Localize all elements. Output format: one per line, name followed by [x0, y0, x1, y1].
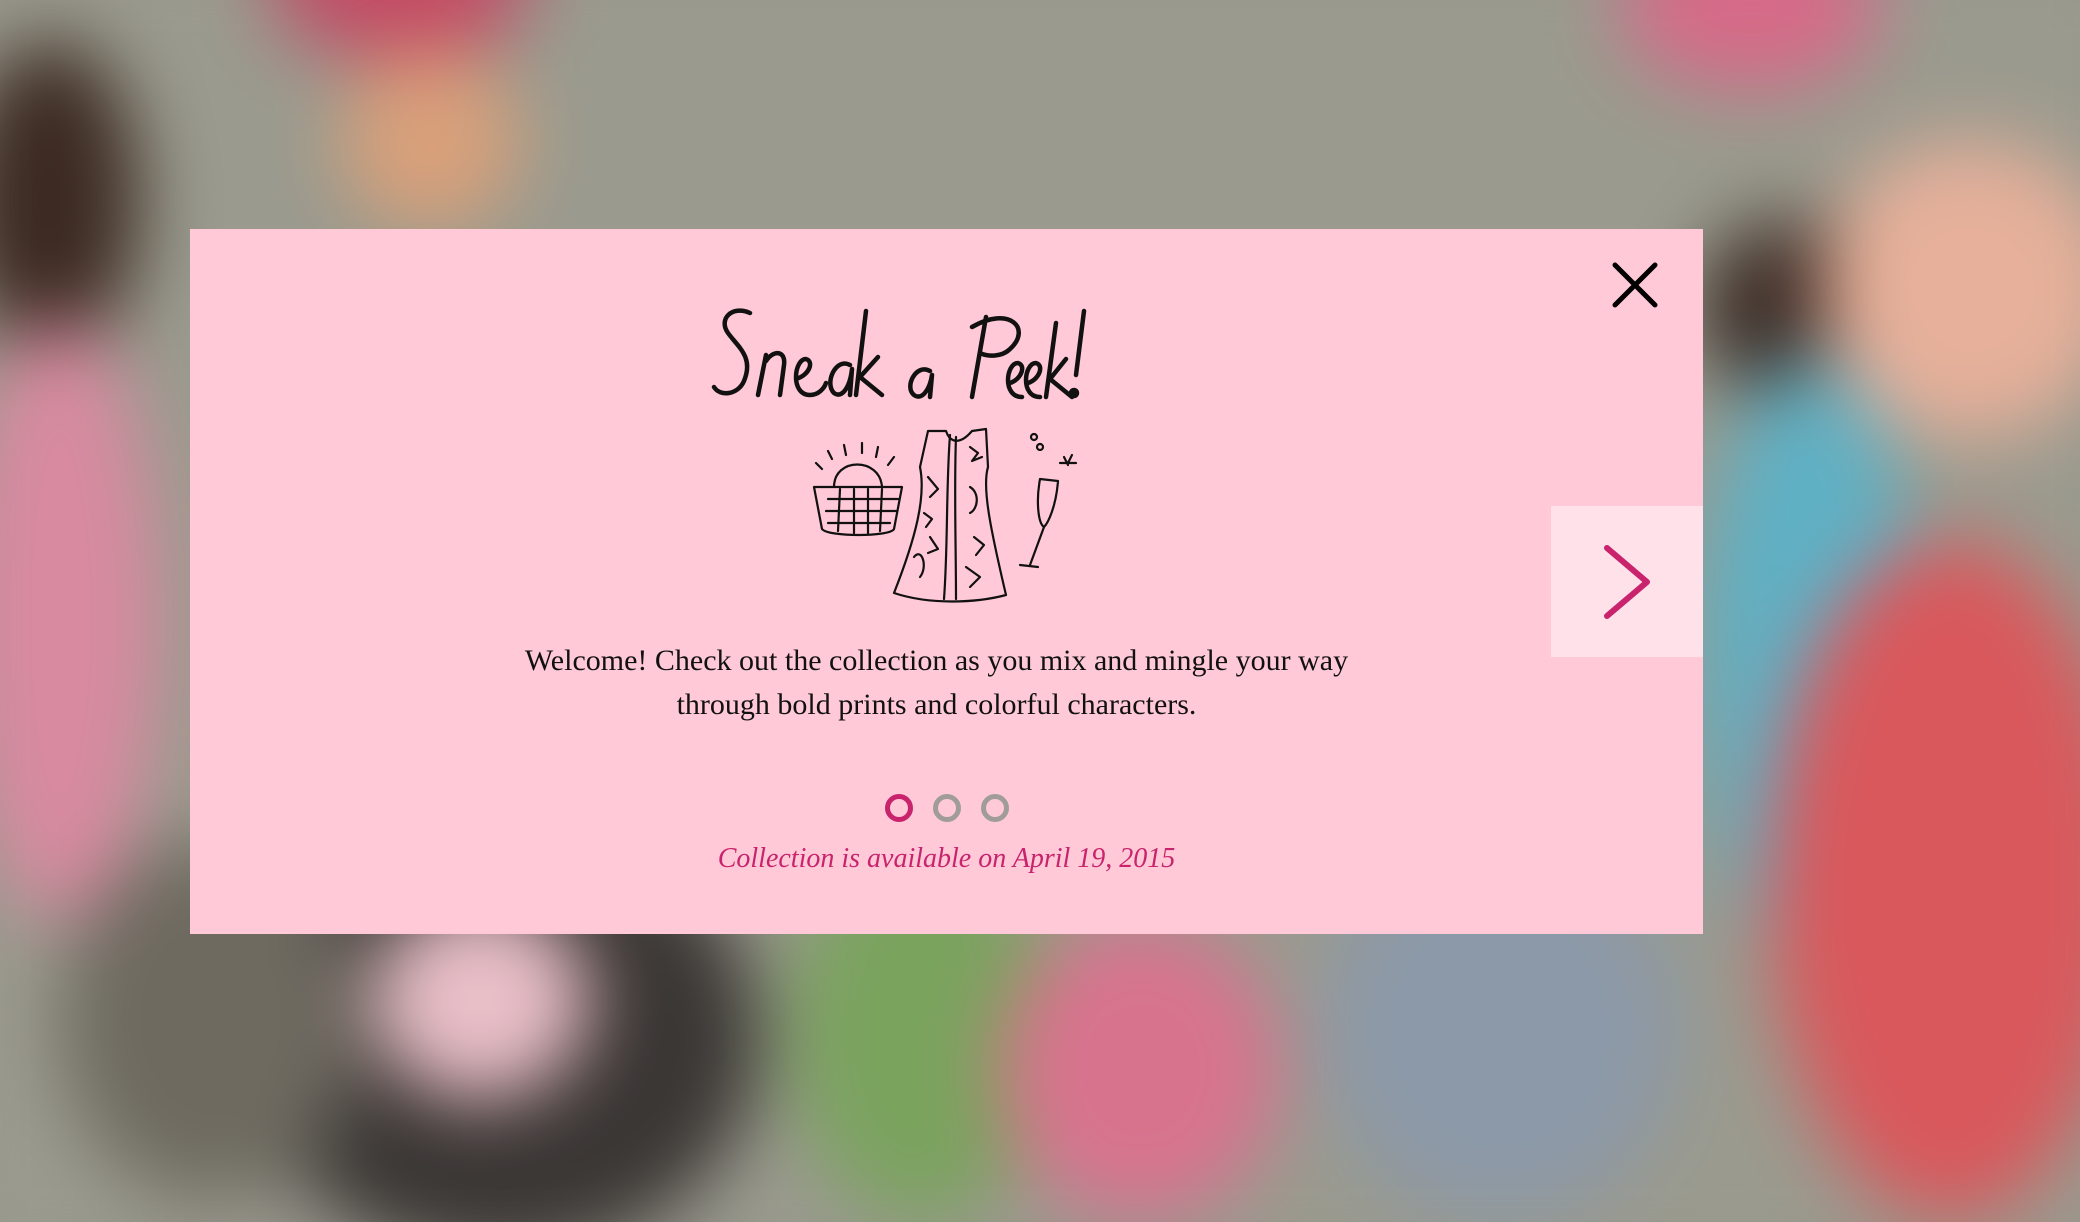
handbag-icon [812, 441, 904, 537]
pagination-dots [190, 794, 1703, 822]
next-slide-button[interactable] [1551, 506, 1703, 657]
champagne-glass-icon [1018, 432, 1078, 569]
close-button[interactable] [1607, 257, 1663, 313]
availability-text: Collection is available on April 19, 201… [717, 843, 1176, 874]
close-icon [1612, 262, 1658, 308]
pagination-dot-2[interactable] [932, 794, 961, 822]
sneak-peek-modal: Welcome! Check out the collection as you… [190, 229, 1703, 934]
collection-illustration [812, 427, 1078, 603]
dress-icon [892, 427, 1008, 603]
headline-lettering [711, 308, 1087, 400]
pagination-dot-3[interactable] [980, 794, 1009, 822]
pagination-dot-1[interactable] [884, 794, 913, 822]
welcome-text: Welcome! Check out the collection as you… [524, 644, 1349, 721]
page: Welcome! Check out the collection as you… [0, 0, 2080, 1222]
chevron-right-icon [1604, 544, 1650, 619]
